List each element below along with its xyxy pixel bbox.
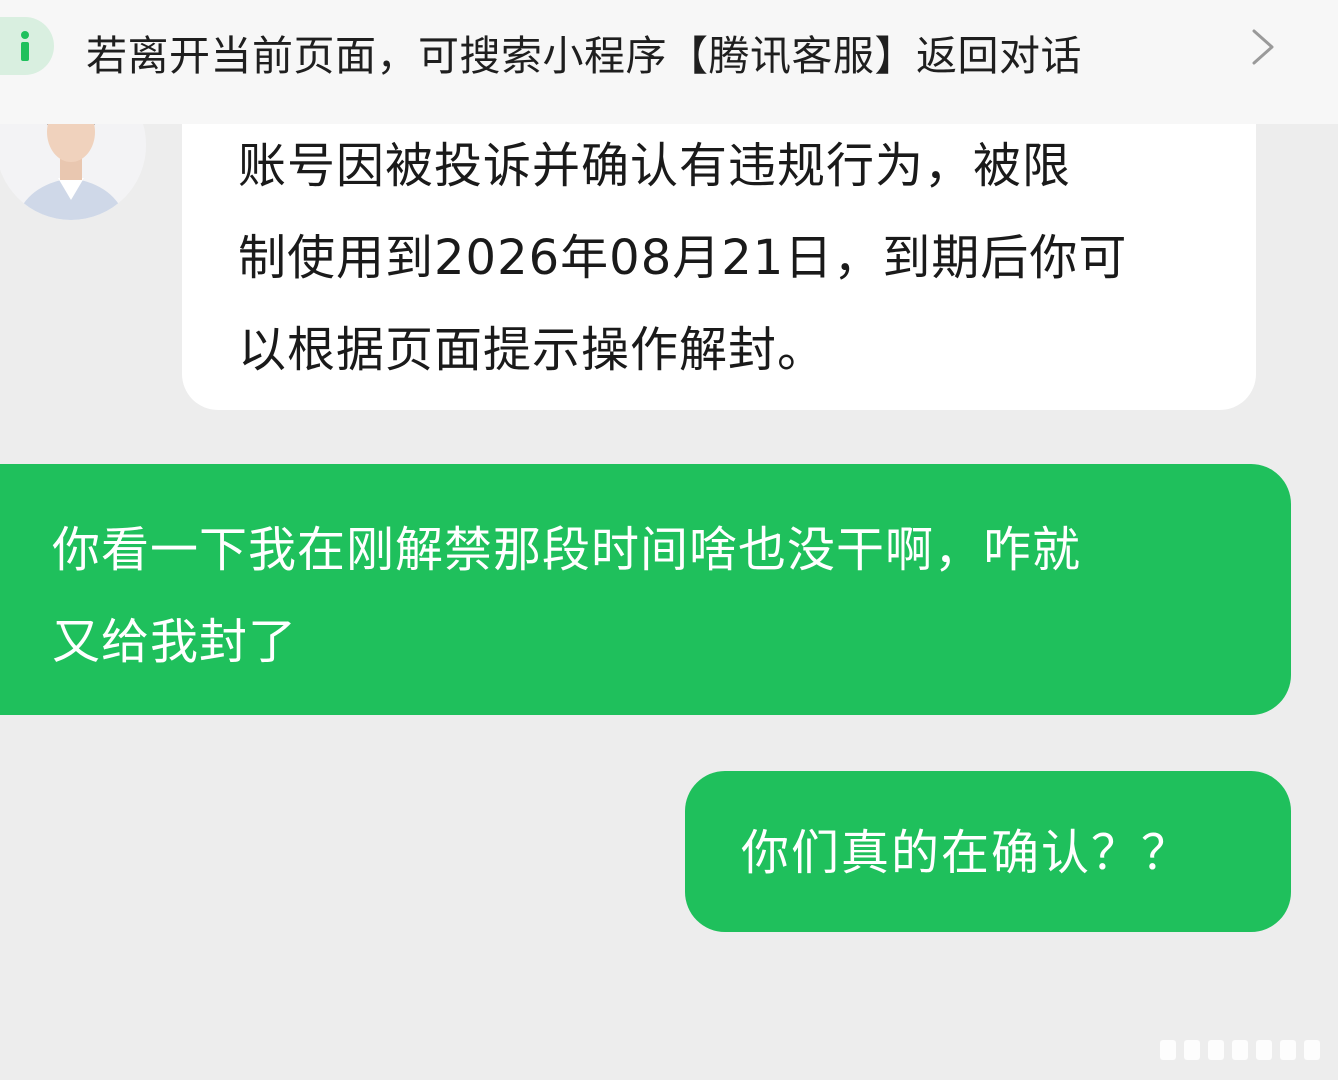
info-icon [0, 17, 54, 75]
notice-text: 若离开当前页面，可搜索小程序【腾讯客服】返回对话 [86, 32, 1082, 80]
user-message-text: 你看一下我在刚解禁那段时间啥也没干啊，咋就 又给我封了 [52, 504, 1232, 688]
message-line: 你们真的在确认？？ [741, 825, 1192, 881]
message-line: 账号因被投诉并确认有违规行为，被限 [238, 138, 1072, 194]
user-message-text: 你们真的在确认？？ [741, 807, 1191, 899]
chevron-right-icon[interactable] [1248, 27, 1278, 71]
message-line: 又给我封了 [52, 614, 298, 670]
site-watermark-logo [1160, 1040, 1320, 1060]
message-line: 以根据页面提示操作解封。 [238, 322, 827, 378]
agent-message-text: 账号因被投诉并确认有违规行为，被限 制使用到2026年08月21日，到期后你可 … [238, 120, 1218, 396]
user-message-bubble[interactable]: 你们真的在确认？？ [685, 771, 1291, 932]
return-notice-bar[interactable]: 若离开当前页面，可搜索小程序【腾讯客服】返回对话 [0, 0, 1338, 124]
message-line: 制使用到2026年08月21日，到期后你可 [238, 230, 1128, 286]
user-message-bubble[interactable]: 你看一下我在刚解禁那段时间啥也没干啊，咋就 又给我封了 [0, 464, 1291, 715]
message-line: 你看一下我在刚解禁那段时间啥也没干啊，咋就 [52, 522, 1082, 578]
